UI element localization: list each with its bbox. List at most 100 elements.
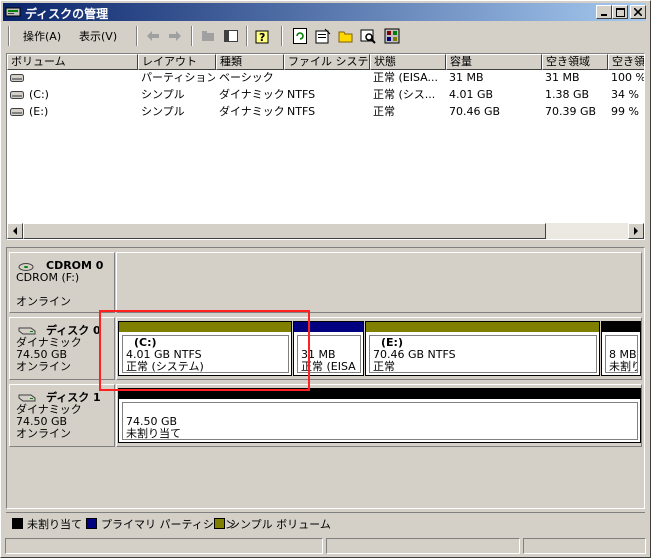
disk-status: オンライン <box>16 360 71 373</box>
help-icon: ? <box>255 30 269 44</box>
column-header-volume[interactable]: ボリューム <box>7 54 138 70</box>
disk-row-disk1[interactable]: ディスク 1 ダイナミック 74.50 GB オンライン 74.50 GB 未割… <box>9 384 642 447</box>
disk-label[interactable]: ディスク 0 ダイナミック 74.50 GB オンライン <box>9 317 115 380</box>
cdrom-icon <box>18 263 34 271</box>
volume-state: 正常 <box>373 360 395 373</box>
scroll-thumb[interactable] <box>23 223 546 239</box>
menu-grip <box>8 26 10 46</box>
volume-unallocated[interactable]: 74.50 GB 未割り当て <box>118 388 641 443</box>
refresh-button[interactable] <box>291 27 309 45</box>
cell-capacity: 31 MB <box>449 71 484 84</box>
open-button[interactable] <box>337 27 355 45</box>
column-header-filesystem[interactable]: ファイル システム <box>284 54 370 70</box>
legend-label-simple: シンプル ボリューム <box>229 518 331 531</box>
scroll-left-button[interactable] <box>7 223 23 239</box>
volume-eisa[interactable]: 31 MB 正常 (EISA <box>293 321 364 376</box>
volume-info: (E:) 70.46 GB NTFS 正常 <box>369 335 597 373</box>
volume-type-bar <box>602 322 640 332</box>
column-header-status[interactable]: 状態 <box>370 54 446 70</box>
forward-button[interactable] <box>166 27 184 45</box>
title-bar: ディスクの管理 <box>3 3 646 21</box>
volume-type-bar <box>119 322 291 332</box>
help-button[interactable]: ? <box>254 27 272 45</box>
volume-unallocated[interactable]: 8 MB 未割り <box>601 321 641 376</box>
window-title: ディスクの管理 <box>25 7 109 21</box>
volume-c[interactable]: (C:) 4.01 GB NTFS 正常 (システム) <box>118 321 292 376</box>
column-header-type[interactable]: 種類 <box>216 54 284 70</box>
cell-filesystem: NTFS <box>287 105 316 118</box>
volume-info: 74.50 GB 未割り当て <box>122 402 638 440</box>
cell-status: 正常 (シス... <box>373 88 436 101</box>
volume-info: 8 MB 未割り <box>605 335 638 373</box>
disk-graphical-view[interactable]: CDROM 0 CDROM (F:) オンライン ディスク 0 ダイナミック 7… <box>6 247 645 509</box>
disk-label[interactable]: CDROM 0 CDROM (F:) オンライン <box>9 252 115 313</box>
toolbar-separator <box>281 26 283 46</box>
volume-label <box>126 404 634 416</box>
disk-partitions: 74.50 GB 未割り当て <box>116 384 642 447</box>
cell-free-space: 70.39 GB <box>545 105 597 118</box>
maximize-icon <box>615 7 625 17</box>
maximize-button[interactable] <box>612 5 628 19</box>
cell-capacity: 4.01 GB <box>449 88 494 101</box>
cell-capacity: 70.46 GB <box>449 105 501 118</box>
explore-button[interactable] <box>359 27 377 45</box>
toolbar-separator <box>246 26 248 46</box>
pane-splitter[interactable] <box>6 241 645 245</box>
arrow-left-icon <box>13 227 17 235</box>
menu-view[interactable]: 表示(V) <box>79 28 117 44</box>
refresh-icon <box>293 28 307 44</box>
volume-info: (C:) 4.01 GB NTFS 正常 (システム) <box>122 335 289 373</box>
cell-volume: (C:) <box>29 88 49 101</box>
cell-free-percent: 100 % <box>611 71 645 84</box>
disk-row-cdrom0[interactable]: CDROM 0 CDROM (F:) オンライン <box>9 252 642 313</box>
menu-toolbar: 操作(A) 表示(V) ? <box>3 23 646 49</box>
volume-size: 74.50 GB <box>126 415 178 428</box>
toolbar-separator <box>191 26 193 46</box>
volume-icon <box>10 74 24 82</box>
cell-status: 正常 (EISA... <box>373 71 438 84</box>
minimize-button[interactable] <box>596 5 612 19</box>
column-header-layout[interactable]: レイアウト <box>138 54 216 70</box>
status-cell <box>326 538 520 554</box>
disk-drive-label: CDROM (F:) <box>16 271 80 284</box>
volume-type-bar <box>294 322 363 332</box>
disk-row-disk0[interactable]: ディスク 0 ダイナミック 74.50 GB オンライン (C:) 4.01 G… <box>9 317 642 380</box>
explore-icon <box>360 29 376 44</box>
volume-type-bar <box>366 322 599 332</box>
hard-disk-icon <box>18 394 36 402</box>
menu-action[interactable]: 操作(A) <box>23 28 61 44</box>
disk-status: オンライン <box>16 295 71 308</box>
back-button[interactable] <box>144 27 162 45</box>
volume-type-bar <box>119 389 640 399</box>
cell-free-percent: 34 % <box>611 88 639 101</box>
volume-state: 正常 (EISA <box>301 360 356 373</box>
forward-arrow-icon <box>169 31 181 41</box>
volume-e[interactable]: (E:) 70.46 GB NTFS 正常 <box>365 321 600 376</box>
toolbar-separator <box>136 26 138 46</box>
cell-free-percent: 99 % <box>611 105 639 118</box>
properties-button[interactable] <box>314 27 332 45</box>
up-folder-button[interactable] <box>199 27 217 45</box>
column-header-capacity[interactable]: 容量 <box>446 54 542 70</box>
minimize-icon <box>601 14 607 16</box>
cell-type: ダイナミック <box>219 88 283 101</box>
column-header-free-space[interactable]: 空き領域 <box>542 54 608 70</box>
volume-list[interactable]: ボリューム レイアウト 種類 ファイル システム 状態 容量 空き領域 空き領 … <box>6 53 645 240</box>
close-button[interactable] <box>630 5 646 19</box>
disk-area-empty <box>116 252 642 313</box>
legend-swatch-unallocated <box>12 518 23 529</box>
cell-layout: シンプル <box>141 105 185 118</box>
disk-label[interactable]: ディスク 1 ダイナミック 74.50 GB オンライン <box>9 384 115 447</box>
column-header-free-percent[interactable]: 空き領 <box>608 54 644 70</box>
horizontal-scrollbar[interactable] <box>7 223 644 239</box>
properties-folder-icon <box>202 31 214 41</box>
volume-icon <box>10 91 24 99</box>
panel-icon <box>224 30 238 42</box>
settings-button[interactable] <box>383 27 401 45</box>
show-hide-panel-button[interactable] <box>222 27 240 45</box>
scroll-right-button[interactable] <box>628 223 644 239</box>
legend-swatch-simple <box>214 518 225 529</box>
legend-swatch-primary <box>86 518 97 529</box>
back-arrow-icon <box>147 31 159 41</box>
cell-volume: (E:) <box>29 105 49 118</box>
